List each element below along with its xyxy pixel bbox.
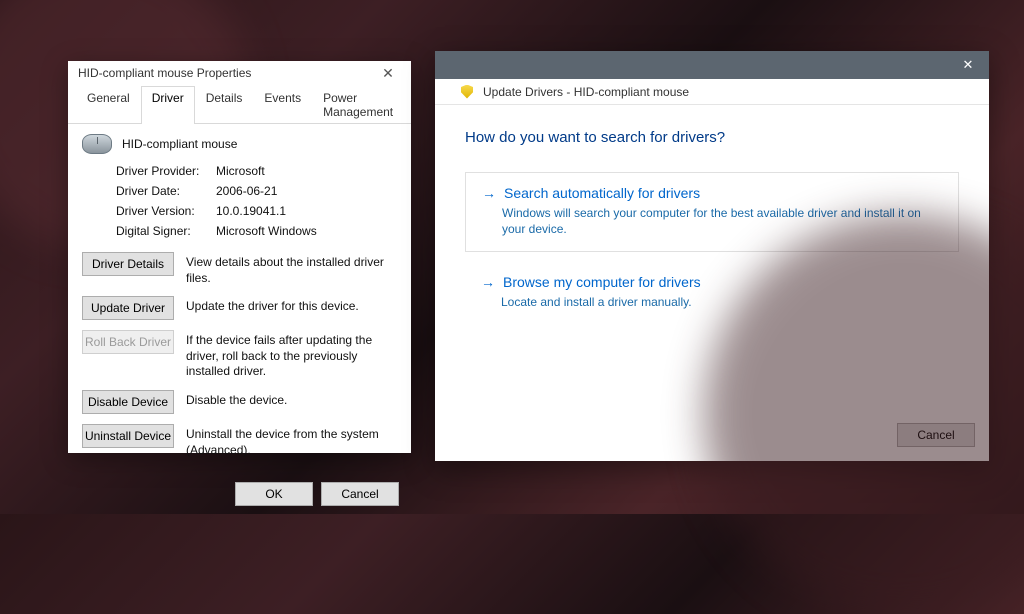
option-search-auto-desc: Windows will search your computer for th…: [482, 205, 942, 237]
wizard-breadcrumb-text: Update Drivers - HID-compliant mouse: [483, 85, 689, 99]
close-icon[interactable]: ✕: [947, 51, 989, 79]
disable-device-desc: Disable the device.: [186, 390, 397, 409]
option-browse-desc: Locate and install a driver manually.: [481, 294, 943, 310]
option-browse-title: Browse my computer for drivers: [503, 274, 701, 290]
properties-titlebar: HID-compliant mouse Properties ✕: [68, 61, 411, 85]
properties-body: HID-compliant mouse Driver Provider: Mic…: [68, 124, 411, 474]
disable-device-button[interactable]: Disable Device: [82, 390, 174, 414]
driver-info: Driver Provider: Microsoft Driver Date: …: [116, 164, 397, 238]
device-header: HID-compliant mouse: [82, 134, 397, 154]
provider-value: Microsoft: [216, 164, 397, 178]
wizard-cancel-button[interactable]: Cancel: [897, 423, 975, 447]
tab-events[interactable]: Events: [253, 86, 312, 124]
update-driver-desc: Update the driver for this device.: [186, 296, 397, 315]
provider-label: Driver Provider:: [116, 164, 216, 178]
cancel-button[interactable]: Cancel: [321, 482, 399, 506]
signer-value: Microsoft Windows: [216, 224, 397, 238]
device-name: HID-compliant mouse: [122, 137, 237, 151]
uninstall-device-desc: Uninstall the device from the system (Ad…: [186, 424, 397, 458]
tab-power[interactable]: Power Management: [312, 86, 404, 124]
properties-footer: OK Cancel: [68, 474, 411, 518]
wizard-titlebar: ✕: [435, 51, 989, 79]
option-browse[interactable]: → Browse my computer for drivers Locate …: [465, 274, 959, 310]
update-driver-button[interactable]: Update Driver: [82, 296, 174, 320]
tabs: General Driver Details Events Power Mana…: [68, 85, 411, 124]
shield-icon: [461, 85, 473, 99]
arrow-right-icon: →: [482, 186, 496, 200]
driver-details-desc: View details about the installed driver …: [186, 252, 397, 286]
date-label: Driver Date:: [116, 184, 216, 198]
tab-details[interactable]: Details: [195, 86, 254, 124]
option-search-auto[interactable]: → Search automatically for drivers Windo…: [465, 172, 959, 252]
mouse-icon: [82, 134, 112, 154]
tab-general[interactable]: General: [76, 86, 141, 124]
driver-details-button[interactable]: Driver Details: [82, 252, 174, 276]
wizard-body: How do you want to search for drivers? →…: [435, 105, 989, 413]
wizard-breadcrumb: Update Drivers - HID-compliant mouse: [435, 79, 989, 105]
rollback-driver-desc: If the device fails after updating the d…: [186, 330, 397, 380]
tab-driver[interactable]: Driver: [141, 86, 195, 124]
rollback-driver-button: Roll Back Driver: [82, 330, 174, 354]
arrow-right-icon: →: [481, 275, 495, 289]
ok-button[interactable]: OK: [235, 482, 313, 506]
wizard-footer: Cancel: [435, 413, 989, 461]
update-drivers-window: ✕ Update Drivers - HID-compliant mouse H…: [435, 51, 989, 461]
wizard-heading: How do you want to search for drivers?: [465, 129, 959, 146]
properties-title: HID-compliant mouse Properties: [78, 66, 373, 80]
signer-label: Digital Signer:: [116, 224, 216, 238]
properties-window: HID-compliant mouse Properties ✕ General…: [68, 61, 411, 453]
uninstall-device-button[interactable]: Uninstall Device: [82, 424, 174, 448]
version-value: 10.0.19041.1: [216, 204, 397, 218]
date-value: 2006-06-21: [216, 184, 397, 198]
option-search-auto-title: Search automatically for drivers: [504, 185, 700, 201]
version-label: Driver Version:: [116, 204, 216, 218]
close-icon[interactable]: ✕: [373, 61, 403, 85]
